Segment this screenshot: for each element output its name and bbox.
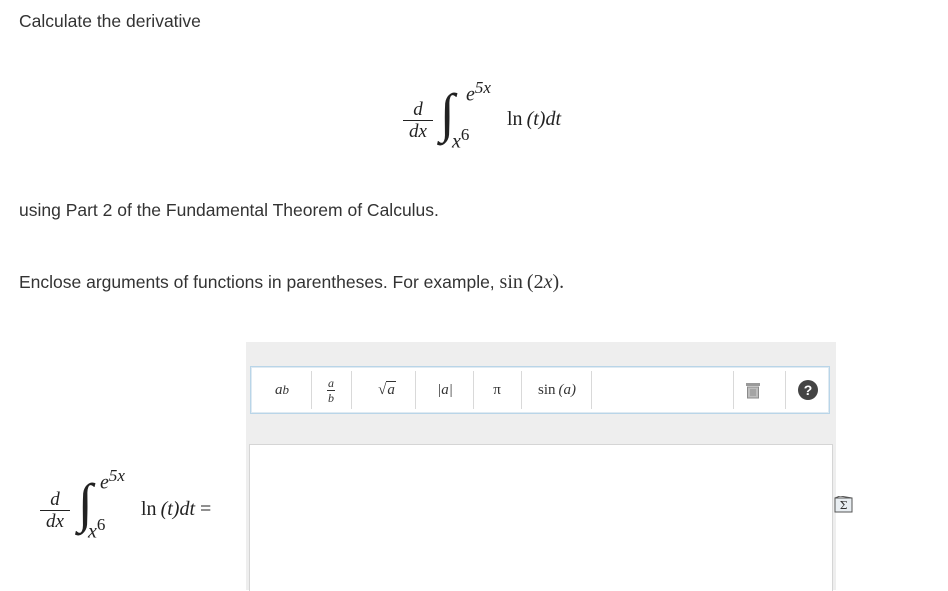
equals-sign: = — [200, 498, 212, 520]
svg-text:Σ: Σ — [840, 499, 848, 512]
integrand-argument: (t) — [526, 108, 546, 130]
answer-d-numerator: d — [50, 489, 60, 510]
answer-upper-limit-base: e — [100, 471, 109, 494]
sin-argument: (a) — [558, 381, 577, 398]
prompt-line-3: Enclose arguments of functions in parent… — [19, 271, 564, 294]
prompt-line-2: using Part 2 of the Fundamental Theorem … — [19, 200, 439, 220]
answer-ln-function: ln — [141, 498, 157, 520]
toolbar-separator — [351, 371, 352, 409]
upper-limit: e5x — [466, 78, 491, 107]
math-toolbar: ab a b √ a |a| π sin (a) ? — [250, 366, 830, 414]
answer-integrand: ln (t)dt = — [141, 498, 211, 521]
answer-upper-limit-exponent: 5x — [108, 466, 125, 485]
upper-limit-exponent: 5x — [474, 78, 491, 97]
answer-dt-differential: dt — [179, 498, 196, 520]
absolute-value-button[interactable]: |a| — [423, 371, 467, 409]
equation-preview-button[interactable]: Σ — [834, 495, 853, 518]
fraction-button[interactable]: a b — [315, 371, 347, 409]
answer-lower-limit-exponent: 6 — [96, 515, 106, 534]
trash-button[interactable] — [737, 371, 769, 409]
toolbar-separator — [591, 371, 592, 409]
answer-integrand-argument: (t) — [160, 498, 180, 520]
toolbar-separator — [311, 371, 312, 409]
sin-button[interactable]: sin (a) — [525, 371, 589, 409]
toolbar-separator — [733, 371, 734, 409]
d-numerator: d — [413, 99, 423, 120]
d-dx-fraction: d dx — [403, 100, 433, 141]
answer-input[interactable] — [249, 444, 833, 591]
power-base: a — [275, 381, 283, 398]
toolbar-separator — [473, 371, 474, 409]
example-math: sin (2x). — [500, 271, 565, 293]
toolbar-separator — [521, 371, 522, 409]
prompt-line-1: Calculate the derivative — [19, 11, 201, 31]
help-button[interactable]: ? — [791, 371, 825, 409]
integrand: ln (t)dt — [507, 108, 561, 131]
answer-d-dx-fraction: d dx — [40, 490, 70, 531]
dx-denominator: dx — [409, 121, 427, 142]
sqrt-button[interactable]: √ a — [367, 371, 407, 409]
example-close: ). — [552, 271, 565, 293]
trash-icon — [746, 382, 760, 398]
fraction-numerator: a — [328, 375, 334, 390]
toolbar-separator — [785, 371, 786, 409]
pi-icon: π — [493, 381, 501, 398]
instruction-text: Enclose arguments of functions in parent… — [19, 272, 500, 292]
answer-upper-limit: e5x — [100, 466, 125, 495]
abs-icon: |a| — [437, 381, 453, 398]
upper-limit-base: e — [466, 83, 475, 106]
sqrt-icon: √ — [378, 381, 387, 398]
example-sin: sin — [499, 271, 523, 293]
power-exponent: b — [282, 382, 290, 397]
answer-dx-denominator: dx — [46, 511, 64, 532]
sigma-preview-icon: Σ — [834, 495, 853, 513]
fraction-denominator: b — [328, 390, 334, 405]
help-icon: ? — [798, 380, 818, 400]
answer-lower-limit: x6 — [88, 515, 105, 544]
lower-limit-base: x — [452, 130, 461, 153]
sin-function: sin — [537, 381, 556, 398]
lower-limit: x6 — [452, 125, 469, 154]
pi-button[interactable]: π — [477, 371, 517, 409]
ln-function: ln — [507, 108, 523, 130]
math-editor-panel: ab a b √ a |a| π sin (a) ? — [246, 342, 836, 591]
answer-lower-limit-base: x — [88, 520, 97, 543]
example-arg: (2 — [526, 271, 544, 293]
power-button[interactable]: ab — [265, 371, 299, 409]
toolbar-separator — [415, 371, 416, 409]
dt-differential: dt — [545, 108, 562, 130]
lower-limit-exponent: 6 — [460, 125, 470, 144]
sqrt-argument: a — [386, 381, 396, 398]
